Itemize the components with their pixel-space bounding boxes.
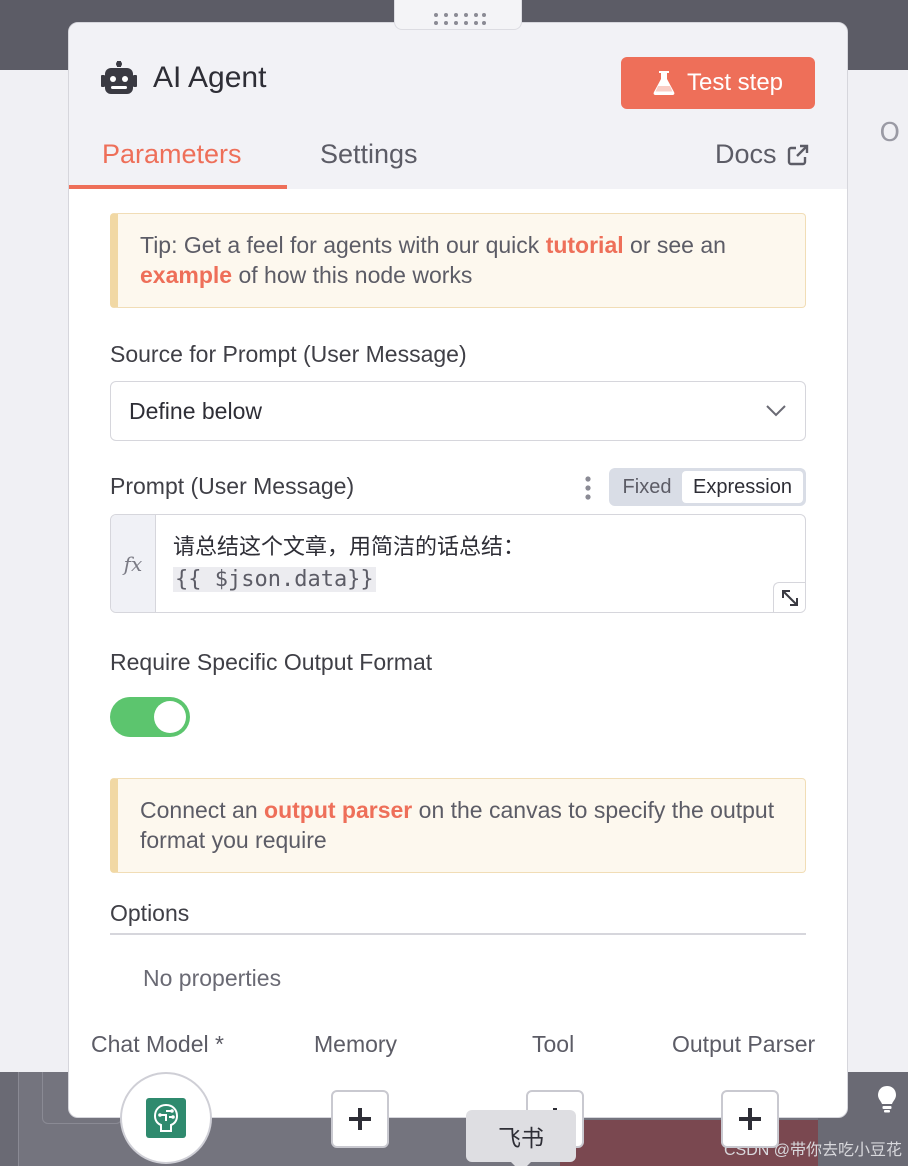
memory-label: Memory [314, 1031, 398, 1057]
chat-model-node[interactable] [120, 1072, 212, 1164]
output-format-label: Require Specific Output Format [110, 649, 433, 675]
fx-badge: fx [111, 515, 156, 612]
expand-icon [781, 589, 798, 606]
kebab-icon[interactable] [583, 475, 593, 501]
source-prompt-select[interactable]: Define below [110, 381, 806, 441]
docs-link[interactable]: Docs [715, 139, 809, 170]
output-format-toggle[interactable] [110, 697, 190, 737]
prompt-expression-token: {{ $json.data}} [173, 567, 376, 592]
output-parser-label: Output Parser [672, 1031, 816, 1057]
tip-text-suffix: of how this node works [232, 262, 473, 288]
tip-text-middle: or see an [623, 232, 726, 258]
options-divider [110, 933, 806, 935]
panel-header: AI Agent Test step Parameters Settings D… [69, 23, 847, 189]
plus-icon [349, 1108, 371, 1130]
no-properties-text: No properties [143, 965, 282, 991]
prompt-text-line: 请总结这个文章，用简洁的话总结： [173, 535, 526, 560]
openai-model-icon [146, 1098, 186, 1138]
tool-label: Tool [532, 1031, 575, 1057]
chevron-down-icon [766, 405, 786, 417]
drag-handle-icon [434, 13, 486, 25]
flask-icon [653, 71, 675, 95]
node-title: AI Agent [153, 61, 267, 94]
prompt-label: Prompt (User Message) [110, 473, 355, 499]
test-step-button[interactable]: Test step [621, 57, 815, 109]
tool-tooltip: 飞书 [466, 1110, 576, 1166]
lightbulb-icon[interactable] [876, 1084, 898, 1114]
source-prompt-label: Source for Prompt (User Message) [110, 341, 467, 367]
expand-editor-button[interactable] [773, 582, 805, 612]
active-tab-indicator [69, 185, 287, 189]
test-step-label: Test step [686, 69, 784, 96]
options-heading: Options [110, 900, 190, 926]
chat-model-label: Chat Model * [91, 1031, 224, 1057]
tip-text-prefix: Tip: Get a feel for agents with our quic… [140, 232, 546, 258]
toggle-knob [154, 701, 186, 733]
node-title-row: AI Agent [101, 61, 266, 95]
add-output-parser-button[interactable] [721, 1090, 779, 1148]
example-link[interactable]: example [140, 262, 232, 288]
mode-fixed-option[interactable]: Fixed [612, 476, 682, 499]
tip-callout: Tip: Get a feel for agents with our quic… [110, 213, 806, 308]
robot-icon [101, 61, 137, 94]
output-parser-link[interactable]: output parser [264, 797, 412, 823]
tab-parameters[interactable]: Parameters [102, 139, 242, 170]
output-parser-callout: Connect an output parser on the canvas t… [110, 778, 806, 873]
source-prompt-value: Define below [129, 397, 262, 424]
docs-label: Docs [715, 139, 777, 169]
tutorial-link[interactable]: tutorial [546, 232, 624, 258]
mode-expression-option[interactable]: Expression [682, 471, 803, 503]
canvas-edge-text: O [879, 118, 900, 148]
prompt-expression-editor[interactable]: fx 请总结这个文章，用简洁的话总结： {{ $json.data}} [110, 514, 806, 613]
external-link-icon [787, 144, 808, 165]
panel-drag-handle[interactable] [394, 0, 522, 30]
node-details-panel: AI Agent Test step Parameters Settings D… [68, 22, 848, 1118]
fixed-expression-toggle: Fixed Expression [609, 468, 806, 506]
add-memory-button[interactable] [331, 1090, 389, 1148]
tab-settings[interactable]: Settings [320, 139, 418, 170]
output-hint-prefix: Connect an [140, 797, 265, 823]
plus-icon [739, 1108, 761, 1130]
